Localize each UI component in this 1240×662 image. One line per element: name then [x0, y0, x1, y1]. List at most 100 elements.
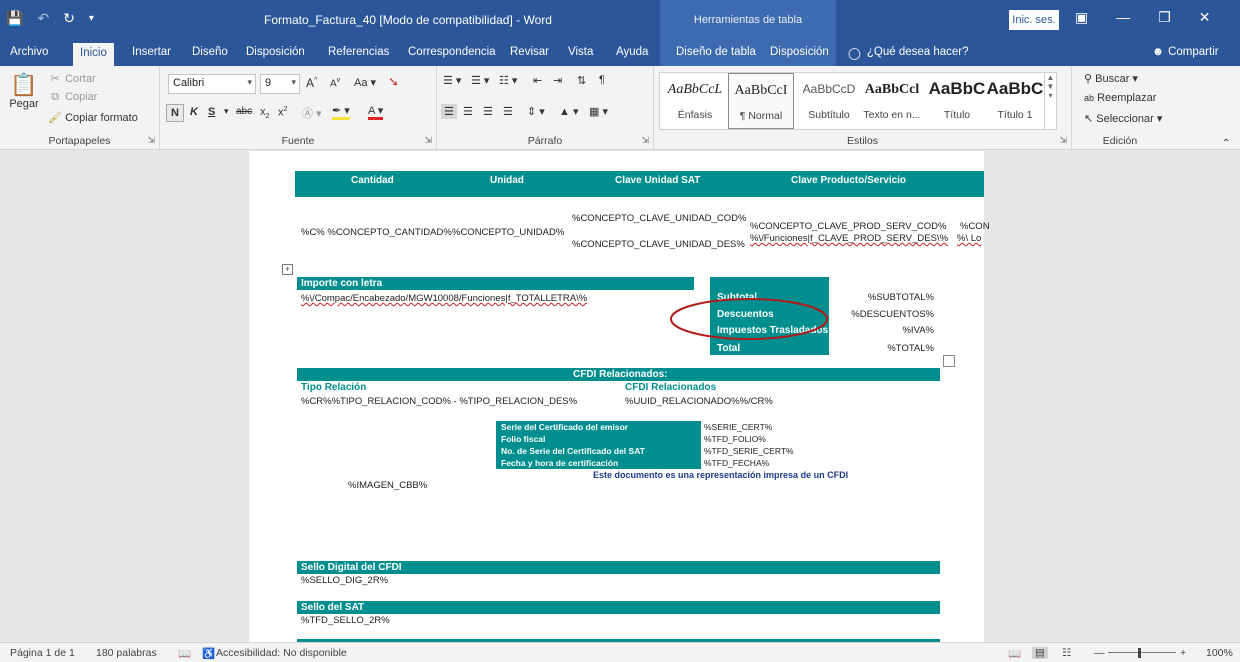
- copy-button[interactable]: ⧉ Copiar: [48, 91, 97, 104]
- show-formatting-icon[interactable]: ¶: [599, 74, 605, 86]
- highlight-icon[interactable]: ✒ ▾: [332, 104, 350, 120]
- collapse-ribbon-icon[interactable]: ⌃: [1222, 138, 1230, 149]
- select-button[interactable]: ↖ Seleccionar ▾: [1084, 112, 1162, 125]
- clear-formatting-icon[interactable]: ➘: [388, 74, 399, 90]
- zoom-slider[interactable]: [1108, 652, 1176, 653]
- tab-mailings[interactable]: Correspondencia: [402, 44, 502, 60]
- cut-button[interactable]: ✂ Cortar: [48, 72, 95, 85]
- tab-review[interactable]: Revisar: [504, 44, 555, 60]
- close-icon[interactable]: ✕: [1199, 9, 1211, 26]
- shading-icon[interactable]: ▲ ▾: [559, 105, 578, 118]
- numbering-icon[interactable]: ☰ ▾: [471, 74, 489, 87]
- dialog-launcher-icon[interactable]: ⇲: [641, 135, 649, 146]
- font-name-combo[interactable]: Calibri ▾: [168, 74, 256, 94]
- dialog-launcher-icon[interactable]: ⇲: [424, 135, 432, 146]
- proofing-icon[interactable]: 📖: [178, 647, 191, 660]
- redo-icon[interactable]: ↻: [63, 10, 75, 27]
- style-title[interactable]: AaBbC Título: [924, 73, 990, 129]
- word-count[interactable]: 180 palabras: [96, 647, 157, 659]
- font-color-icon[interactable]: A ▾: [368, 104, 384, 120]
- borders-icon[interactable]: ▦ ▾: [589, 105, 608, 118]
- find-button[interactable]: ⚲ Buscar ▾: [1084, 72, 1138, 85]
- tab-home[interactable]: Inicio: [73, 43, 114, 66]
- dialog-launcher-icon[interactable]: ⇲: [147, 135, 155, 146]
- cfdi-title: CFDI Relacionados:: [573, 369, 668, 380]
- tab-help[interactable]: Ayuda: [610, 44, 654, 60]
- bold-button[interactable]: N: [166, 104, 184, 122]
- text-effects-icon[interactable]: Ⓐ ▾: [302, 105, 322, 121]
- save-icon[interactable]: 💾: [6, 10, 23, 27]
- style-subtitle[interactable]: AaBbCcD Subtítulo: [796, 73, 862, 129]
- web-layout-icon[interactable]: ☷: [1062, 647, 1071, 659]
- sign-in-button[interactable]: Inic. ses.: [1009, 10, 1059, 30]
- paste-button[interactable]: 📋 Pegar: [8, 72, 40, 118]
- tab-table-layout[interactable]: Disposición: [764, 44, 835, 60]
- subscript-button[interactable]: x2: [260, 106, 269, 120]
- copy-icon: ⧉: [51, 91, 59, 103]
- share-button[interactable]: ☻ Compartir: [1152, 46, 1219, 58]
- concept-quantity: %C% %CONCEPTO_CANTIDAD%: [301, 227, 452, 238]
- page-indicator[interactable]: Página 1 de 1: [10, 647, 75, 659]
- styles-gallery: AaBbCcL Énfasis AaBbCcI ¶ Normal AaBbCcD…: [659, 72, 1057, 130]
- grow-font-button[interactable]: A^: [306, 76, 317, 90]
- subtotal-value: %SUBTOTAL%: [867, 292, 934, 303]
- superscript-button[interactable]: x2: [278, 106, 287, 119]
- font-size-combo[interactable]: 9 ▾: [260, 74, 300, 94]
- italic-button[interactable]: K: [190, 106, 198, 118]
- change-case-button[interactable]: Aa ▾: [354, 76, 376, 89]
- table-resize-handle[interactable]: [943, 355, 955, 367]
- style-emphasis[interactable]: AaBbCcL Énfasis: [662, 73, 728, 129]
- dialog-launcher-icon[interactable]: ⇲: [1059, 135, 1067, 146]
- annotation-ellipse: [670, 298, 828, 340]
- paintbrush-icon: 🖌: [48, 112, 62, 124]
- multilevel-list-icon[interactable]: ☷ ▾: [499, 74, 517, 87]
- sort-icon[interactable]: ⇅: [577, 74, 586, 87]
- table-move-handle-icon[interactable]: +: [282, 264, 293, 275]
- tab-layout[interactable]: Disposición: [240, 44, 311, 60]
- chevron-down-icon[interactable]: ▾: [224, 106, 229, 117]
- strikethrough-button[interactable]: abc: [236, 106, 252, 117]
- tell-me-search[interactable]: ◯ ¿Qué desea hacer?: [848, 46, 969, 60]
- tab-references[interactable]: Referencias: [322, 44, 395, 60]
- read-mode-icon[interactable]: 📖: [1008, 647, 1021, 660]
- increase-indent-icon[interactable]: ⇥: [553, 74, 562, 87]
- total-value: %TOTAL%: [887, 343, 934, 354]
- tab-design[interactable]: Diseño: [186, 44, 234, 60]
- zoom-slider-thumb[interactable]: [1138, 648, 1141, 658]
- bullets-icon[interactable]: ☰ ▾: [443, 74, 461, 87]
- style-strong[interactable]: AaBbCcl Texto en n...: [858, 73, 926, 129]
- customize-qat-icon[interactable]: ▾: [89, 10, 94, 27]
- zoom-in-icon[interactable]: +: [1180, 647, 1186, 659]
- style-normal[interactable]: AaBbCcI ¶ Normal: [728, 73, 794, 129]
- align-left-icon[interactable]: ☰: [441, 104, 457, 119]
- align-center-icon[interactable]: ☰: [463, 105, 473, 118]
- ribbon-display-options-icon[interactable]: ▣: [1075, 9, 1088, 26]
- format-painter-button[interactable]: 🖌 Copiar formato: [48, 111, 138, 124]
- replace-button[interactable]: ab Reemplazar: [1084, 92, 1156, 104]
- decrease-indent-icon[interactable]: ⇤: [533, 74, 542, 87]
- minimize-icon[interactable]: —: [1116, 9, 1130, 26]
- concept-clave-unidad-cod: %CONCEPTO_CLAVE_UNIDAD_COD%: [572, 213, 747, 224]
- justify-icon[interactable]: ☰: [503, 105, 513, 118]
- line-spacing-icon[interactable]: ⇕ ▾: [527, 105, 545, 118]
- accessibility-icon[interactable]: ♿: [202, 647, 215, 660]
- restore-icon[interactable]: ❐: [1158, 9, 1171, 26]
- tab-file[interactable]: Archivo: [4, 44, 54, 60]
- tab-insert[interactable]: Insertar: [126, 44, 177, 60]
- print-layout-icon[interactable]: ▤: [1032, 647, 1048, 659]
- tab-view[interactable]: Vista: [562, 44, 599, 60]
- tab-table-design[interactable]: Diseño de tabla: [670, 44, 762, 60]
- style-heading-1[interactable]: AaBbC Título 1: [982, 73, 1048, 129]
- align-right-icon[interactable]: ☰: [483, 105, 493, 118]
- zoom-out-icon[interactable]: —: [1094, 647, 1105, 659]
- undo-icon[interactable]: ↶: [37, 10, 49, 27]
- document-page[interactable]: Cantidad Unidad Clave Unidad SAT Clave P…: [249, 151, 990, 642]
- accessibility-status[interactable]: Accesibilidad: No disponible: [216, 647, 347, 659]
- quick-access-toolbar: 💾 ↶ ↻ ▾: [6, 10, 94, 27]
- underline-button[interactable]: S: [208, 106, 215, 118]
- gallery-scroll[interactable]: ▲ ▼ ▾: [1044, 73, 1056, 129]
- zoom-level[interactable]: 100%: [1206, 647, 1233, 659]
- window-controls: ▣ — ❐ ✕: [1075, 9, 1211, 26]
- shrink-font-button[interactable]: Av: [330, 77, 340, 89]
- cursor-icon: ↖: [1084, 113, 1094, 125]
